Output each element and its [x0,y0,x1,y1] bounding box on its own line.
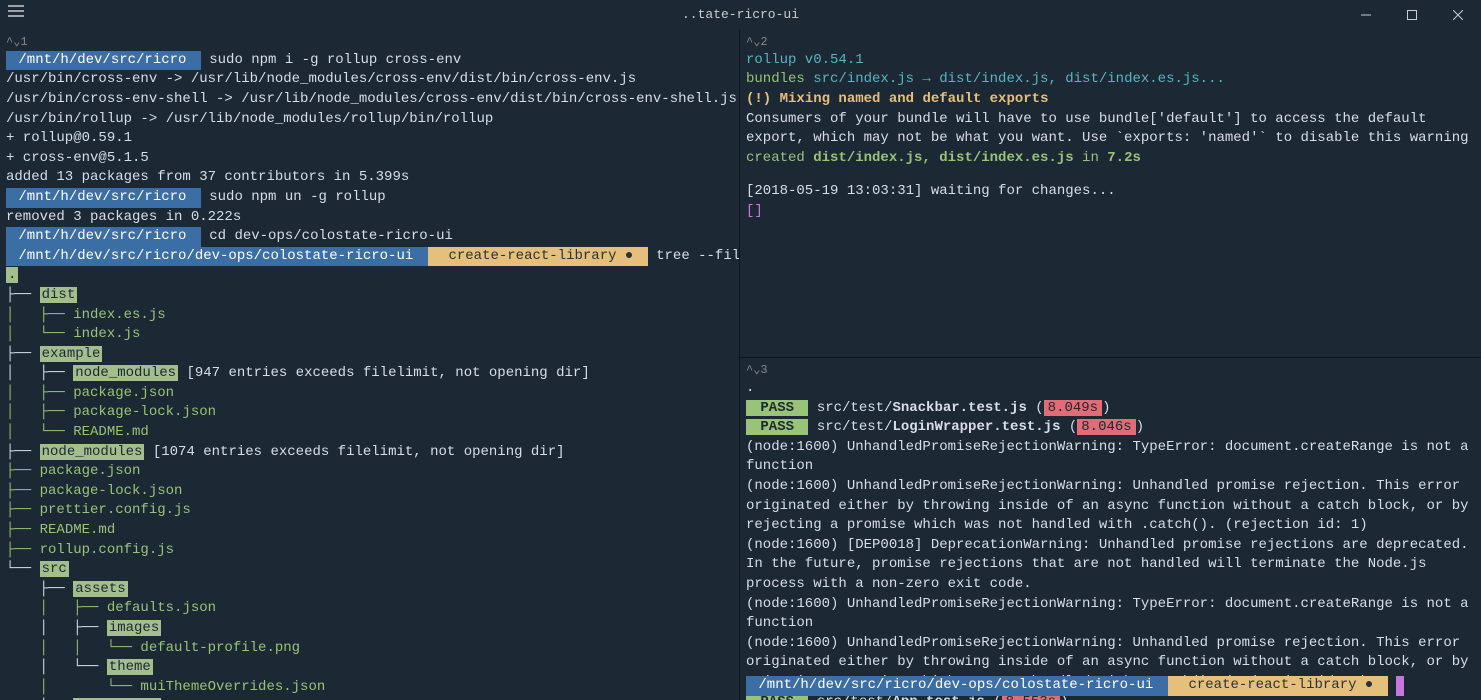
rollup-warning: (!) Mixing named and default exports [746,90,1475,110]
tree-dir: ├── assets [6,580,733,600]
pane-1-id: ^⌄1 [6,34,733,51]
rollup-warning-body: Consumers of your bundle will have to us… [746,110,1475,149]
tree-dir: │ ├── node_modules [947 entries exceeds … [6,364,733,384]
prompt-line: /mnt/h/dev/src/ricro cd dev-ops/colostat… [6,227,733,247]
warning-line: (node:1600) UnhandledPromiseRejectionWar… [746,595,1475,634]
tree-dir: │ ├── images [6,619,733,639]
tree-dir: └── src [6,560,733,580]
tree-dir: │ └── theme [6,658,733,678]
cursor-line: [] [746,202,1475,222]
tree-file: ├── package-lock.json [6,482,733,502]
tree-file: │ ├── package-lock.json [6,403,733,423]
close-button[interactable] [1435,0,1481,30]
rollup-bundles: bundles src/index.js → dist/index.js, di… [746,70,1475,90]
pane-2-id: ^⌄2 [746,34,1475,51]
test-pass: PASS src/test/LoginWrapper.test.js (8.04… [746,418,1475,438]
tree-file: │ ├── defaults.json [6,599,733,619]
warning-line: (node:1600) [DEP0018] DeprecationWarning… [746,536,1475,595]
tree-file: ├── README.md [6,521,733,541]
rollup-waiting: [2018-05-19 13:03:31] waiting for change… [746,182,1475,202]
tree-file: │ └── muiThemeOverrides.json [6,678,733,698]
maximize-button[interactable] [1389,0,1435,30]
titlebar: ..tate-ricro-ui [0,0,1481,30]
tree-dir: ├── example [6,345,733,365]
tree-file: │ └── index.js [6,325,733,345]
prompt-line: /mnt/h/dev/src/ricro sudo npm un -g roll… [6,188,733,208]
output-line: /usr/bin/rollup -> /usr/lib/node_modules… [6,110,733,130]
tree-file: ├── rollup.config.js [6,541,733,561]
window-title: ..tate-ricro-ui [682,6,799,24]
tree-file: │ │ └── default-profile.png [6,639,733,659]
tree-dir: ├── node_modules [1074 entries exceeds f… [6,443,733,463]
pane-1[interactable]: ^⌄1 /mnt/h/dev/src/ricro sudo npm i -g r… [0,30,740,700]
dot-line: . [746,379,1475,399]
tree-root: . [6,266,733,286]
tree-file: │ ├── index.es.js [6,306,733,326]
tree-file: ├── package.json [6,462,733,482]
rollup-version: rollup v0.54.1 [746,51,1475,71]
test-pass: PASS src/test/Snackbar.test.js (8.049s) [746,399,1475,419]
output-line: /usr/bin/cross-env-shell -> /usr/lib/nod… [6,90,733,110]
tree-file: ├── prettier.config.js [6,501,733,521]
tree-file: │ └── README.md [6,423,733,443]
rollup-created: created dist/index.js, dist/index.es.js … [746,149,1475,169]
minimize-button[interactable] [1343,0,1389,30]
output-line: added 13 packages from 37 contributors i… [6,168,733,188]
prompt-line: /mnt/h/dev/src/ricro/dev-ops/colostate-r… [6,247,733,267]
panes-container: ^⌄1 /mnt/h/dev/src/ricro sudo npm i -g r… [0,30,1481,700]
pane-2[interactable]: ^⌄2 rollup v0.54.1 bundles src/index.js … [740,30,1481,358]
output-line: + cross-env@5.1.5 [6,149,733,169]
output-line: + rollup@0.59.1 [6,129,733,149]
output-line: removed 3 packages in 0.222s [6,208,733,228]
tree-dir: ├── dist [6,286,733,306]
prompt-line: /mnt/h/dev/src/ricro sudo npm i -g rollu… [6,51,733,71]
output-line: /usr/bin/cross-env -> /usr/lib/node_modu… [6,70,733,90]
warning-line: (node:1600) UnhandledPromiseRejectionWar… [746,438,1475,477]
warning-line: (node:1600) UnhandledPromiseRejectionWar… [746,477,1475,536]
menu-icon[interactable] [8,5,24,25]
cursor [1396,676,1404,696]
pane-3[interactable]: ^⌄3 . PASS src/test/Snackbar.test.js (8.… [740,358,1481,700]
tree-file: │ ├── package.json [6,384,733,404]
pane-3-id: ^⌄3 [746,362,1475,379]
pane-3-prompt: /mnt/h/dev/src/ricro/dev-ops/colostate-r… [746,676,1475,696]
